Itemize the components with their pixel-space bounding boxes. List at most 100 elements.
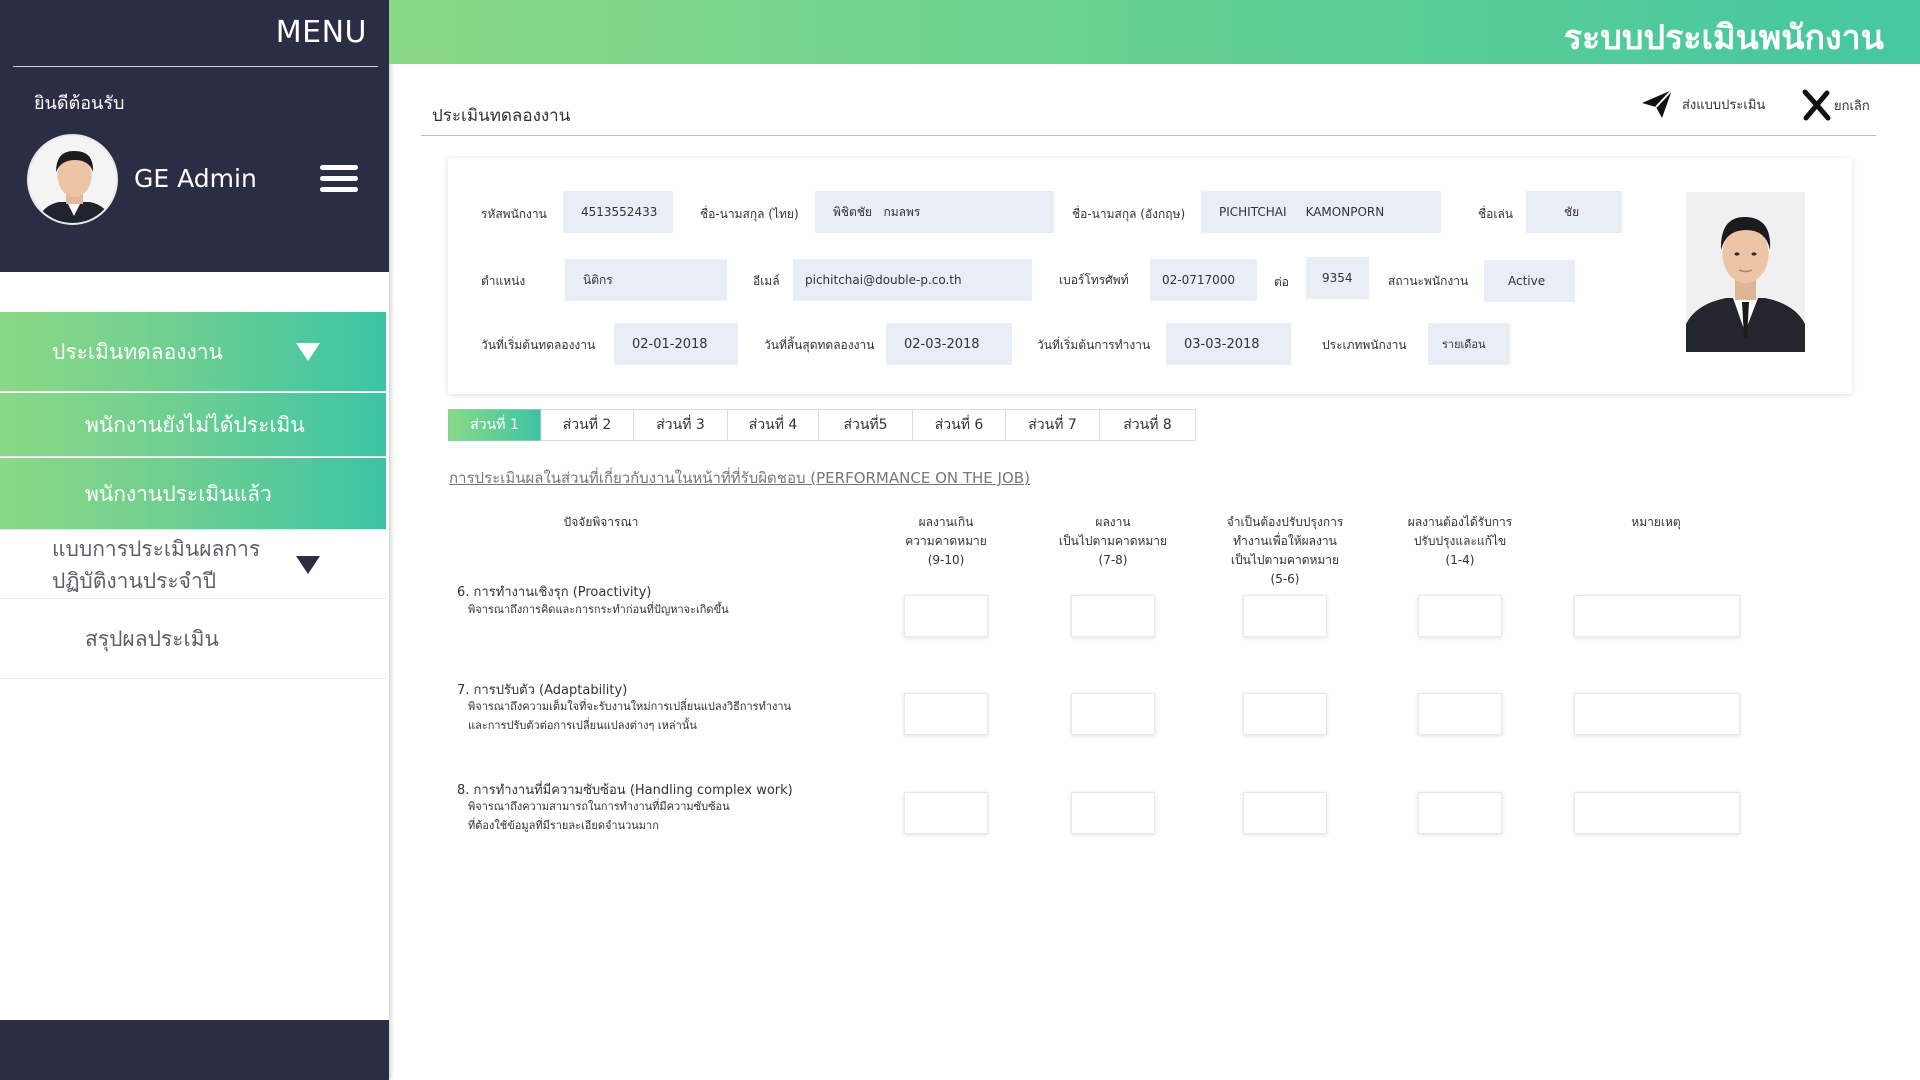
name-th-label: ชื่อ-นามสกุล (ไทย) [700, 207, 799, 221]
column-header-line: หมายเหตุ [1631, 515, 1681, 529]
tab-section-7[interactable]: ส่วนที่ 7 [1006, 409, 1100, 441]
tab-section-8[interactable]: ส่วนที่ 8 [1100, 409, 1196, 441]
nav-evaluated[interactable]: พนักงานประเมินแล้ว [0, 458, 386, 530]
ext-label: ต่อ [1274, 275, 1289, 289]
name-en-field[interactable]: PICHITCHAI KAMONPORN [1201, 191, 1441, 233]
column-header-must-improve: ผลงานต้องได้รับการ ปรับปรุงและแก้ไข (1-4… [1380, 513, 1540, 570]
system-title: ระบบประเมินพนักงาน [1563, 18, 1884, 58]
criterion-description-line: ที่ต้องใช้ข้อมูลที่มีรายละเอียดจำนวนมาก [468, 819, 659, 832]
position-label: ตำแหน่ง [481, 274, 526, 288]
status-field[interactable]: Active [1484, 260, 1575, 302]
column-header-line: ผลงานต้องได้รับการ [1407, 515, 1513, 529]
criterion-description: พิจารณาถึงการคิดและการกระทำก่อนที่ปัญหาจ… [468, 600, 729, 619]
nav-label: พนักงานประเมินแล้ว [85, 481, 272, 506]
trial-start-field[interactable]: 02-01-2018 [614, 323, 738, 365]
remarks-input[interactable] [1574, 792, 1740, 834]
nav-summary[interactable]: สรุปผลประเมิน [0, 600, 386, 679]
column-header-line: จำเป็นต้องปรับปรุงการ [1226, 515, 1344, 529]
column-header-line: เป็นไปตามคาดหมาย [1058, 534, 1168, 548]
submit-evaluation-button[interactable]: ส่งแบบประเมิน [1640, 88, 1765, 120]
sidebar-profile-panel: MENU ยินดีต้อนรับ GE Admin [0, 0, 389, 272]
sidebar-footer [0, 1020, 389, 1080]
emp-type-field[interactable]: รายเดือน [1428, 323, 1510, 365]
caret-down-icon [296, 342, 320, 361]
user-name: GE Admin [134, 164, 257, 193]
position-field[interactable]: นิติกร [565, 259, 727, 301]
nav-not-evaluated[interactable]: พนักงานยังไม่ได้ประเมิน [0, 393, 386, 457]
hamburger-icon[interactable] [320, 165, 358, 193]
cancel-label: ยกเลิก [1834, 98, 1870, 114]
column-header-line: ความคาดหมาย [905, 534, 987, 548]
score-input-must-improve[interactable] [1418, 595, 1502, 637]
nav-annual-evaluation[interactable]: แบบการประเมินผลการ ปฏิบัติงานประจำปี [0, 531, 386, 599]
score-input-meets[interactable] [1071, 792, 1155, 834]
nav-label-line: ปฏิบัติงานประจำปี [52, 568, 217, 593]
score-input-exceeds[interactable] [904, 595, 988, 637]
menu-title: MENU [275, 15, 367, 50]
emp-id-field[interactable]: 4513552433 [563, 191, 673, 233]
phone-label: เบอร์โทรศัพท์ [1059, 273, 1129, 287]
score-input-needs-improvement[interactable] [1243, 693, 1327, 735]
name-th-field[interactable]: พิชิตชัย กมลพร [815, 191, 1054, 233]
caret-down-icon [296, 555, 320, 574]
x-icon [1802, 89, 1831, 121]
remarks-input[interactable] [1574, 693, 1740, 735]
status-label: สถานะพนักงาน [1388, 274, 1469, 288]
nav-label: ประเมินทดลองงาน [52, 339, 223, 364]
remarks-input[interactable] [1574, 595, 1740, 637]
score-input-exceeds[interactable] [904, 693, 988, 735]
column-header-line: (1-4) [1445, 553, 1475, 567]
column-header-line: (7-8) [1098, 553, 1128, 567]
welcome-text: ยินดีต้อนรับ [34, 93, 125, 114]
column-header-line: ผลงาน [1095, 515, 1131, 529]
work-start-label: วันที่เริ่มต้นการทำงาน [1037, 338, 1151, 352]
title-divider [421, 135, 1876, 136]
column-header-needs-improvement: จำเป็นต้องปรับปรุงการ ทำงานเพื่อให้ผลงาน… [1205, 513, 1365, 589]
section-heading-link[interactable]: การประเมินผลในส่วนที่เกี่ยวกับงานในหน้าท… [449, 466, 1030, 490]
score-input-needs-improvement[interactable] [1243, 792, 1327, 834]
criterion-description-line: พิจารณาถึงการคิดและการกระทำก่อนที่ปัญหาจ… [468, 603, 729, 616]
nav-probation-evaluation[interactable]: ประเมินทดลองงาน [0, 312, 386, 392]
criterion-description: พิจารณาถึงความสามารถในการทำงานที่มีความซ… [468, 797, 730, 835]
column-header-line: ทำงานเพื่อให้ผลงาน [1233, 534, 1337, 548]
score-input-exceeds[interactable] [904, 792, 988, 834]
criterion-description-line: พิจารณาถึงความสามารถในการทำงานที่มีความซ… [468, 800, 730, 813]
nav-label: แบบการประเมินผลการ ปฏิบัติงานประจำปี [52, 533, 260, 597]
paper-plane-icon [1642, 89, 1673, 118]
tab-section-2[interactable]: ส่วนที่ 2 [541, 409, 634, 441]
trial-end-label: วันที่สิ้นสุดทดลองงาน [764, 338, 875, 352]
column-header-line: เป็นไปตามคาดหมาย [1230, 553, 1340, 567]
ext-field[interactable]: 9354 [1306, 257, 1369, 299]
submit-label: ส่งแบบประเมิน [1682, 97, 1766, 113]
column-header-line: (5-6) [1270, 572, 1300, 586]
nickname-field[interactable]: ชัย [1526, 191, 1622, 233]
criterion-description-line: และการปรับตัวต่อการเปลี่ยนแปลงต่างๆ เหล่… [468, 719, 697, 732]
phone-field[interactable]: 02-0717000 [1150, 259, 1257, 301]
section-tabs: ส่วนที่ 1 ส่วนที่ 2 ส่วนที่ 3 ส่วนที่ 4 … [448, 409, 1196, 441]
criterion-description-line: พิจารณาถึงความเต็มใจที่จะรับงานใหม่การเป… [468, 700, 792, 713]
nav-label: พนักงานยังไม่ได้ประเมิน [85, 412, 305, 437]
email-field[interactable]: pichitchai@double-p.co.th [793, 259, 1032, 301]
cancel-button[interactable]: ยกเลิก [1800, 88, 1870, 122]
nickname-label: ชื่อเล่น [1478, 207, 1514, 221]
tab-section-5[interactable]: ส่วนที่5 [819, 409, 913, 441]
work-start-field[interactable]: 03-03-2018 [1166, 323, 1291, 365]
nav-label: สรุปผลประเมิน [85, 627, 219, 651]
score-input-must-improve[interactable] [1418, 792, 1502, 834]
score-input-needs-improvement[interactable] [1243, 595, 1327, 637]
trial-end-field[interactable]: 02-03-2018 [886, 323, 1012, 365]
column-header-line: ปรับปรุงและแก้ไข [1413, 534, 1507, 548]
top-bar: ระบบประเมินพนักงาน [389, 0, 1920, 64]
score-input-must-improve[interactable] [1418, 693, 1502, 735]
tab-section-3[interactable]: ส่วนที่ 3 [634, 409, 728, 441]
tab-section-1[interactable]: ส่วนที่ 1 [448, 409, 541, 441]
tab-section-6[interactable]: ส่วนที่ 6 [913, 409, 1006, 441]
criterion-description: พิจารณาถึงความเต็มใจที่จะรับงานใหม่การเป… [468, 697, 791, 735]
score-input-meets[interactable] [1071, 595, 1155, 637]
page-title: ประเมินทดลองงาน [432, 106, 571, 126]
column-header-line: ผลงานเกิน [918, 515, 974, 529]
score-input-meets[interactable] [1071, 693, 1155, 735]
factor-header: ปัจจัยพิจารณา [563, 515, 639, 529]
column-header-meets: ผลงาน เป็นไปตามคาดหมาย (7-8) [1048, 513, 1178, 570]
tab-section-4[interactable]: ส่วนที่ 4 [728, 409, 819, 441]
